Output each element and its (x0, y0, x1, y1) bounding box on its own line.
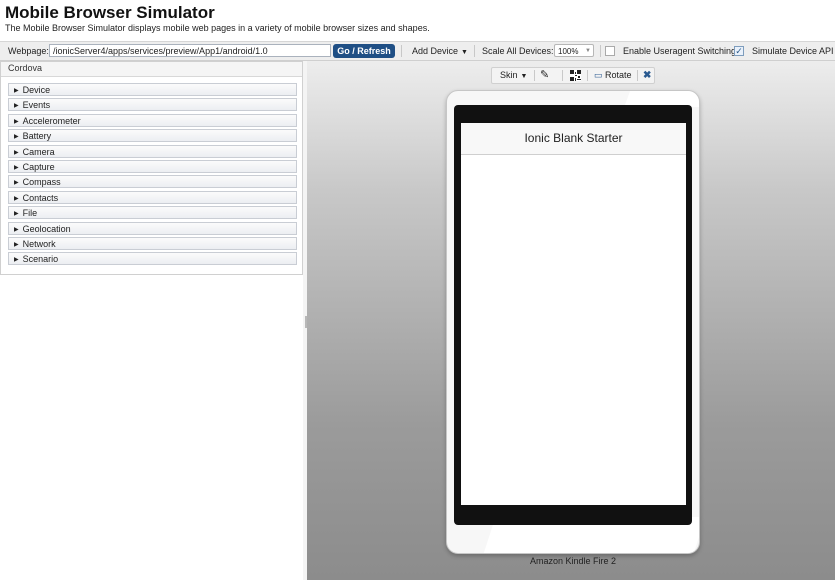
add-device-label: Add Device (412, 46, 459, 56)
scale-select[interactable]: 100% ▼ (554, 44, 594, 57)
chevron-down-icon: ▼ (585, 48, 591, 54)
url-input[interactable]: /ionicServer4/apps/services/preview/App1… (49, 44, 331, 57)
useragent-label: Enable Useragent Switching (623, 46, 737, 56)
add-device-button[interactable]: Add Device ▼ (412, 42, 468, 62)
api-item-camera[interactable]: ▶ Camera (8, 144, 297, 158)
expand-triangle-icon: ▶ (14, 180, 19, 187)
api-item-label: Device (22, 85, 51, 95)
api-item-label: Capture (22, 161, 55, 172)
api-item-accelerometer[interactable]: ▶ Accelerometer (8, 113, 297, 127)
skin-label: Skin (500, 70, 518, 80)
api-item-geolocation[interactable]: ▶ Geolocation (8, 221, 297, 235)
api-item-label: File (22, 208, 38, 219)
chevron-down-icon: ▼ (461, 49, 468, 56)
toolbar-divider (534, 70, 535, 81)
device-api-label: Simulate Device API (752, 46, 834, 56)
pen-icon[interactable]: ✎ (540, 68, 549, 83)
toolbar-divider (587, 70, 588, 81)
api-item-label: Camera (22, 146, 55, 157)
expand-triangle-icon: ▶ (14, 134, 19, 141)
api-item-capture[interactable]: ▶ Capture (8, 159, 297, 173)
api-item-scenario[interactable]: ▶ Scenario (8, 252, 297, 266)
chevron-down-icon: ▼ (520, 73, 528, 80)
expand-triangle-icon: ▶ (14, 257, 19, 264)
useragent-checkbox[interactable] (605, 46, 615, 56)
api-item-label: Network (22, 238, 56, 249)
toolbar-divider (637, 70, 638, 81)
cordova-panel: Cordova ▶ Device ▶ Events ▶ Accelerometer ▶ Bat… (0, 61, 303, 275)
api-item-label: Battery (22, 131, 52, 142)
api-item-label: Geolocation (22, 223, 71, 234)
expand-triangle-icon: ▶ (14, 211, 19, 218)
toolbar-divider (600, 45, 601, 57)
expand-triangle-icon: ▶ (14, 103, 19, 110)
rotate-label: Rotate (605, 70, 632, 80)
scale-label: Scale All Devices: (482, 46, 554, 56)
expand-triangle-icon: ▶ (14, 118, 19, 125)
expand-triangle-icon: ▶ (14, 241, 19, 248)
api-item-events[interactable]: ▶ Events (8, 98, 297, 112)
toolbar-divider (401, 45, 402, 57)
api-item-label: Contacts (22, 192, 59, 203)
device-api-checkbox[interactable]: ✓ (734, 46, 744, 56)
go-refresh-button[interactable]: Go / Refresh (333, 44, 395, 58)
rotate-button[interactable]: ▭ Rotate (594, 68, 632, 83)
api-item-network[interactable]: ▶ Network (8, 236, 297, 250)
scale-value: 100% (558, 47, 579, 56)
cordova-header[interactable]: Cordova (1, 62, 302, 77)
app-header: Mobile Browser Simulator The Mobile Brow… (0, 0, 835, 41)
expand-triangle-icon: ▶ (14, 149, 19, 156)
expand-triangle-icon: ▶ (14, 164, 19, 171)
api-item-label: Accelerometer (22, 115, 81, 126)
api-item-file[interactable]: ▶ File (8, 206, 297, 220)
expand-triangle-icon: ▶ (14, 226, 19, 233)
api-item-compass[interactable]: ▶ Compass (8, 175, 297, 189)
checkmark-icon: ✓ (735, 46, 743, 56)
api-item-label: Events (22, 100, 51, 111)
api-list: ▶ Device ▶ Events ▶ Accelerometer ▶ Battery ▶ Cam… (8, 83, 297, 268)
app-subtitle: The Mobile Browser Simulator displays mo… (5, 23, 430, 33)
device-caption: Amazon Kindle Fire 2 (529, 556, 617, 566)
app-title: Mobile Browser Simulator (5, 3, 215, 22)
main-toolbar: Webpage: /ionicServer4/apps/services/pre… (0, 41, 835, 61)
close-icon[interactable]: ✖ (643, 68, 651, 83)
expand-triangle-icon: ▶ (14, 88, 19, 94)
api-item-label: Compass (22, 177, 61, 188)
device-toolbar: Skin ▼ ✎ ▭ Rotate ✖ (491, 67, 655, 84)
toolbar-divider (474, 45, 475, 57)
device-bezel: Ionic Blank Starter (454, 105, 692, 525)
api-item-contacts[interactable]: ▶ Contacts (8, 190, 297, 204)
toolbar-divider (562, 70, 563, 81)
device-frame: Ionic Blank Starter (446, 90, 700, 554)
qr-code-icon[interactable] (570, 70, 581, 81)
app-bar-title: Ionic Blank Starter (461, 123, 686, 155)
skin-button[interactable]: Skin ▼ (500, 68, 527, 84)
device-screen[interactable]: Ionic Blank Starter (461, 123, 686, 505)
webpage-label: Webpage: (8, 46, 49, 56)
rotate-icon: ▭ (594, 70, 603, 80)
api-item-battery[interactable]: ▶ Battery (8, 129, 297, 143)
api-item-device[interactable]: ▶ Device (8, 83, 297, 96)
api-item-label: Scenario (22, 254, 59, 265)
expand-triangle-icon: ▶ (14, 195, 19, 202)
